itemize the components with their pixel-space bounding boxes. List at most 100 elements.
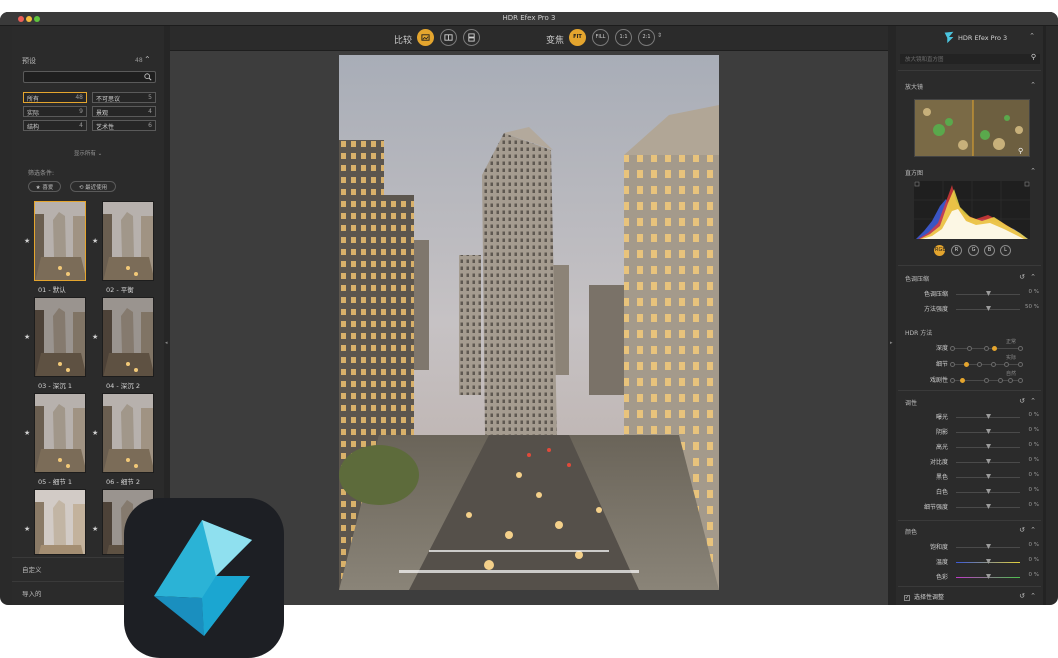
slider-whites[interactable]: 白色 0 % xyxy=(896,487,1043,499)
slider-track[interactable] xyxy=(956,414,1020,419)
slider-knob[interactable] xyxy=(986,444,991,449)
chevron-up-icon[interactable]: ⌃ xyxy=(1030,167,1036,175)
custom-presets-section[interactable]: 自定义 xyxy=(22,564,42,574)
segment-dot[interactable] xyxy=(1004,362,1010,367)
slider-track[interactable] xyxy=(956,504,1020,509)
category-artistic[interactable]: 艺术性 6 xyxy=(92,120,156,131)
imported-presets-section[interactable]: 导入的 xyxy=(22,588,42,598)
collapse-right-panel-button[interactable]: ▸ xyxy=(888,26,896,605)
chevron-up-icon[interactable]: ⌃ xyxy=(1030,526,1036,534)
selective-adjustments-toggle[interactable]: ✓ 选择性调整 xyxy=(904,592,944,601)
slider-knob[interactable] xyxy=(986,414,991,419)
slider-track[interactable] xyxy=(956,459,1020,464)
star-icon[interactable]: ★ xyxy=(24,525,30,533)
segment-depth[interactable]: 深度 正常 xyxy=(896,339,1043,355)
slider-track[interactable] xyxy=(956,306,1020,311)
segment-dot[interactable] xyxy=(967,346,972,351)
slider-track[interactable] xyxy=(956,429,1020,434)
slider-track[interactable] xyxy=(956,574,1020,579)
checkbox[interactable]: ✓ xyxy=(904,594,910,601)
slider-temperature[interactable]: 温度 0 % xyxy=(896,557,1043,569)
channel-l-button[interactable]: L xyxy=(1000,245,1011,256)
slider-knob[interactable] xyxy=(986,429,991,434)
category-landscape[interactable]: 景观 4 xyxy=(92,106,156,117)
segment-dot[interactable] xyxy=(1007,378,1013,383)
slider-track[interactable] xyxy=(956,489,1020,494)
slider-knob[interactable] xyxy=(986,544,991,549)
chevron-up-icon[interactable]: ⌃ xyxy=(1030,397,1036,405)
slider-exposure[interactable]: 曝光 0 % xyxy=(896,412,1043,424)
compare-split-view-button[interactable] xyxy=(440,29,457,46)
preset-search-input[interactable] xyxy=(23,71,156,83)
slider-track[interactable] xyxy=(956,291,1020,296)
loupe-view[interactable]: ⚲ xyxy=(914,99,1030,157)
zoom-2-1-button[interactable]: 2:1 xyxy=(638,29,655,46)
slider-knob[interactable] xyxy=(986,291,991,296)
star-icon[interactable]: ★ xyxy=(24,237,30,245)
pin-icon[interactable]: ⚲ xyxy=(1031,53,1036,61)
show-all-link[interactable]: 显示所有 ⌄ xyxy=(12,149,164,157)
right-panel-scrollbar[interactable] xyxy=(1043,26,1046,605)
category-surreal[interactable]: 不可思议 5 xyxy=(92,92,156,103)
zoom-fill-button[interactable]: FILL xyxy=(592,29,609,46)
star-icon[interactable]: ★ xyxy=(92,525,98,533)
compare-side-by-side-button[interactable] xyxy=(463,29,480,46)
chevron-up-icon[interactable]: ⌃ xyxy=(144,55,151,64)
slider-knob[interactable] xyxy=(986,489,991,494)
slider-tint[interactable]: 色彩 0 % xyxy=(896,572,1043,584)
preset-thumbnail[interactable]: ★ 02 - 平衡 xyxy=(92,201,156,294)
chevron-up-icon[interactable]: ⌃ xyxy=(1030,81,1036,89)
segment-dot[interactable] xyxy=(950,346,955,351)
slider-shadows[interactable]: 阴影 0 % xyxy=(896,427,1043,439)
segment-dot[interactable] xyxy=(990,362,996,367)
zoom-1-1-button[interactable]: 1:1 xyxy=(615,29,632,46)
slider-knob[interactable] xyxy=(986,474,991,479)
zoom-stepper-icon[interactable]: ⇕ xyxy=(657,32,662,39)
segment-drama[interactable]: 戏剧性 自然 xyxy=(896,371,1043,387)
chevron-up-icon[interactable]: ⌃ xyxy=(1029,32,1035,40)
segment-dot[interactable] xyxy=(950,378,955,383)
slider-method-strength[interactable]: 方法强度 50 % xyxy=(896,304,1043,316)
category-structure[interactable]: 结构 4 xyxy=(23,120,87,131)
star-icon[interactable]: ★ xyxy=(24,429,30,437)
segment-dot[interactable] xyxy=(984,346,989,351)
slider-track[interactable] xyxy=(956,544,1020,549)
channel-r-button[interactable]: R xyxy=(951,245,962,256)
segment-dot[interactable] xyxy=(984,378,989,383)
reset-icon[interactable]: ↺ xyxy=(1019,592,1025,600)
channel-b-button[interactable]: B xyxy=(984,245,995,256)
star-icon[interactable]: ★ xyxy=(24,333,30,341)
slider-track[interactable] xyxy=(956,444,1020,449)
category-all[interactable]: 所有 48 xyxy=(23,92,87,103)
star-icon[interactable]: ★ xyxy=(92,429,98,437)
preset-thumbnail[interactable]: ★ 06 - 细节 2 xyxy=(92,393,156,486)
slider-knob[interactable] xyxy=(986,574,991,579)
segment-dot-selected[interactable] xyxy=(963,362,969,367)
compare-single-view-button[interactable] xyxy=(417,29,434,46)
segment-dot[interactable] xyxy=(950,362,955,367)
filter-favorites-button[interactable]: ★ 喜爱 xyxy=(28,181,61,192)
reset-icon[interactable]: ↺ xyxy=(1019,273,1025,281)
preset-thumbnail[interactable]: ★ 05 - 细节 1 xyxy=(24,393,88,486)
slider-tone-compression[interactable]: 色调压缩 0 % xyxy=(896,289,1043,301)
preset-thumbnail[interactable]: ★ xyxy=(24,489,88,555)
chevron-up-icon[interactable]: ⌃ xyxy=(1030,273,1036,281)
preset-thumbnail[interactable]: ★ 03 - 深沉 1 xyxy=(24,297,88,390)
slider-track[interactable] xyxy=(956,559,1020,564)
star-icon[interactable]: ★ xyxy=(92,237,98,245)
segment-dot[interactable] xyxy=(977,362,983,367)
segment-dot[interactable] xyxy=(1018,362,1023,367)
segment-dot[interactable] xyxy=(997,378,1003,383)
slider-knob[interactable] xyxy=(986,559,991,564)
slider-knob[interactable] xyxy=(986,459,991,464)
slider-track[interactable] xyxy=(956,474,1020,479)
segment-detail[interactable]: 细节 实际 xyxy=(896,355,1043,371)
preset-thumbnail[interactable]: ★ 01 - 默认 xyxy=(24,201,88,294)
slider-highlights[interactable]: 高光 0 % xyxy=(896,442,1043,454)
category-realistic[interactable]: 实际 9 xyxy=(23,106,87,117)
chevron-up-icon[interactable]: ⌃ xyxy=(1030,592,1036,600)
slider-contrast[interactable]: 对比度 0 % xyxy=(896,457,1043,469)
zoom-fit-button[interactable]: FIT xyxy=(569,29,586,46)
slider-knob[interactable] xyxy=(986,504,991,509)
segment-dot-selected[interactable] xyxy=(992,346,998,351)
